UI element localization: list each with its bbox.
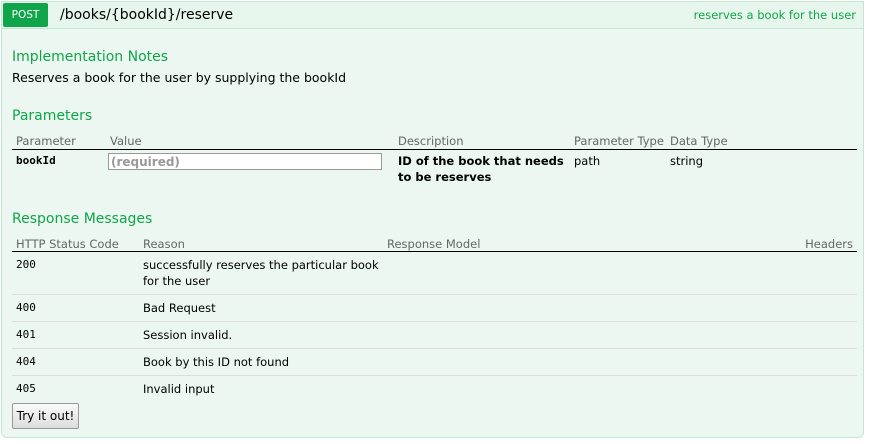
- response-code: 404: [12, 348, 139, 376]
- response-headers: [777, 294, 857, 322]
- param-header-value: Value: [106, 128, 394, 150]
- response-model: [383, 376, 777, 403]
- operation-heading[interactable]: POST /books/{bookId}/reserve reserves a …: [2, 2, 863, 29]
- endpoint-path[interactable]: /books/{bookId}/reserve: [60, 5, 233, 25]
- response-messages-title: Response Messages: [12, 211, 153, 227]
- implementation-notes-title: Implementation Notes: [12, 49, 169, 65]
- response-headers: [777, 376, 857, 403]
- parameters-table: Parameter Value Description Parameter Ty…: [12, 128, 857, 189]
- response-model: [383, 294, 777, 322]
- param-value-cell: [106, 150, 394, 190]
- operation-summary[interactable]: reserves a book for the user: [694, 7, 856, 23]
- resp-header-headers: Headers: [777, 231, 857, 252]
- http-method-badge[interactable]: POST: [3, 3, 48, 27]
- response-messages-table: HTTP Status Code Reason Response Model H…: [12, 231, 857, 402]
- response-reason: Invalid input: [143, 382, 215, 396]
- response-reason: Bad Request: [139, 294, 383, 322]
- response-row: 200 successfully reserves the particular…: [12, 251, 857, 295]
- response-row: 401 Session invalid.: [12, 321, 857, 349]
- parameters-title: Parameters: [12, 108, 93, 124]
- operation-panel: POST /books/{bookId}/reserve reserves a …: [1, 1, 864, 438]
- resp-header-status-code: HTTP Status Code: [12, 231, 139, 252]
- implementation-notes-text: Reserves a book for the user by supplyin…: [12, 70, 347, 85]
- response-reason: Book by this ID not found: [139, 348, 383, 376]
- response-code: 401: [12, 321, 139, 349]
- response-code: 400: [12, 294, 139, 322]
- param-name: bookId: [16, 154, 56, 167]
- try-it-out-button[interactable]: Try it out!: [12, 403, 79, 429]
- response-row: 404 Book by this ID not found: [12, 348, 857, 376]
- resp-header-response-model: Response Model: [383, 231, 777, 252]
- param-header-data-type: Data Type: [666, 128, 857, 150]
- parameter-row: bookId ID of the book that needs to be r…: [12, 150, 857, 190]
- response-headers: [777, 321, 857, 349]
- response-reason: successfully reserves the particular boo…: [139, 251, 383, 295]
- response-headers: [777, 348, 857, 376]
- param-description: ID of the book that needs to be reserves: [398, 154, 564, 184]
- response-model: [383, 321, 777, 349]
- response-code: 200: [12, 251, 139, 295]
- response-model: [383, 348, 777, 376]
- param-type: path: [574, 154, 601, 168]
- response-row: 400 Bad Request: [12, 294, 857, 322]
- response-code: 405: [16, 382, 36, 395]
- param-header-description: Description: [394, 128, 570, 150]
- response-headers: [777, 251, 857, 295]
- response-model: [383, 251, 777, 295]
- param-header-parameter-type: Parameter Type: [570, 128, 666, 150]
- param-header-parameter: Parameter: [12, 128, 106, 150]
- response-reason: Session invalid.: [139, 321, 383, 349]
- bookid-input[interactable]: [108, 153, 382, 170]
- param-data-type: string: [670, 154, 704, 168]
- response-row: 405 Invalid input: [12, 376, 857, 403]
- resp-header-reason: Reason: [139, 231, 383, 252]
